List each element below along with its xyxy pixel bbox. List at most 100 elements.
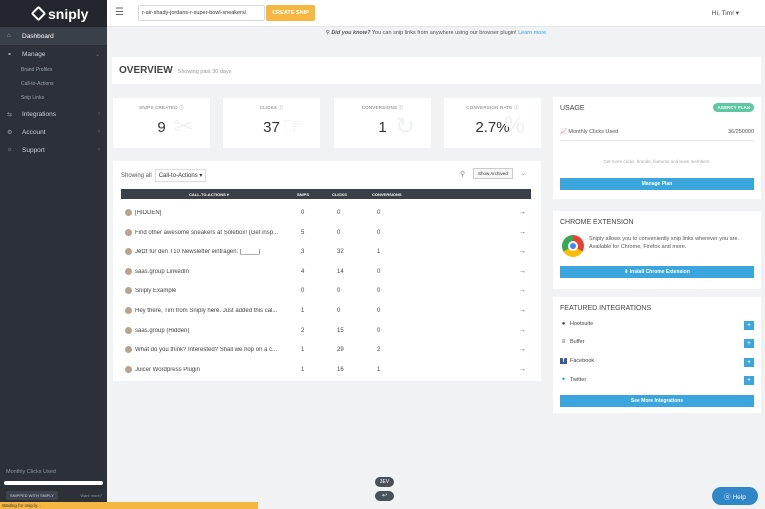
conversions-count: 2 [377, 347, 381, 354]
sidebar-subitem-call-to-actions[interactable]: Call-to-Actions [0, 77, 107, 91]
see-more-integrations-button[interactable]: See More Integrations [560, 395, 754, 407]
manage-plan-button[interactable]: Manage Plan [560, 178, 754, 190]
conversions-count: 0 [377, 229, 381, 236]
facebook-icon: f [560, 358, 567, 364]
usage-progress-bar [560, 140, 754, 141]
monthly-clicks-used-label: Monthly Clicks Used [6, 469, 56, 475]
sidebar-item-dashboard[interactable]: ⌂ Dashboard [0, 27, 107, 45]
clicks-count: 0 [337, 288, 341, 295]
arrow-right-icon[interactable]: → [519, 366, 526, 373]
refresh-icon: ↻ [394, 113, 415, 140]
snips-count: 4 [301, 268, 305, 275]
add-facebook-button[interactable]: + [744, 358, 754, 367]
snip-url-input[interactable] [138, 5, 265, 21]
conversions-count: 0 [377, 288, 381, 295]
table-row[interactable]: Juicer Wordpress Plugin 1 16 1 → [121, 362, 531, 382]
arrow-right-icon[interactable]: → [519, 268, 526, 275]
lightbulb-icon: ⚲ [325, 30, 330, 36]
column-header-clicks[interactable]: CLICKS [332, 192, 347, 197]
chevron-right-icon: › [98, 129, 100, 135]
chevron-down-icon[interactable]: ⌄ [521, 170, 526, 177]
arrow-right-icon[interactable]: → [519, 229, 526, 236]
usage-title: USAGE [560, 105, 585, 112]
create-snip-button[interactable]: CREATE SNIP [266, 5, 315, 21]
stat-label: SNIPS CREATED ⓘ [139, 105, 184, 110]
table-row[interactable]: [HIDDEN] 0 0 0 → [121, 205, 531, 225]
show-archived-button[interactable]: Show Archived [473, 168, 513, 179]
sidebar-subitem-label: Call-to-Actions [21, 81, 54, 87]
integration-label: Twitter [570, 377, 587, 383]
table-row[interactable]: Find other awesome sneakers at Solebox! … [121, 225, 531, 245]
cta-name: Sniply Example [135, 288, 177, 295]
gear-icon: ⚙ [7, 129, 13, 136]
avatar [125, 287, 132, 295]
arrow-right-icon[interactable]: → [519, 287, 526, 294]
user-menu[interactable]: Hi, Tim! ▾ [712, 9, 739, 17]
sidebar-item-account[interactable]: ⚙ Account › [0, 123, 107, 141]
table-row[interactable]: What do you think? Interested? Shall we … [121, 342, 531, 362]
table-row[interactable]: saas.group LinkedIn 4 14 0 → [121, 264, 531, 284]
snips-count: 1 [301, 307, 305, 314]
column-header-conversions[interactable]: CONVERSIONS [372, 192, 402, 197]
sidebar-subitem-label: Brand Profiles [21, 67, 53, 73]
sidebar: sniply ⌂ Dashboard ⚭ Manage ⌄ Brand Prof… [0, 0, 107, 509]
cta-name: Jetzt für den T10 Newsletter eintragen: … [135, 249, 260, 256]
overview-header: OVERVIEW Showing past 30 days [112, 57, 761, 84]
help-button[interactable]: ⓠ Help [712, 487, 758, 505]
integration-label: Facebook [570, 358, 595, 364]
arrow-right-icon[interactable]: → [519, 327, 526, 334]
did-you-know-label: Did you know? [331, 30, 371, 36]
percent-icon: % [503, 112, 525, 139]
sidebar-subitem-brand-profiles[interactable]: Brand Profiles [0, 63, 107, 77]
learn-more-link[interactable]: Learn more [518, 30, 546, 36]
search-icon[interactable]: ⚲ [460, 170, 465, 178]
cta-filter-select[interactable]: Call-to-Actions ▾ [154, 169, 207, 182]
stat-value: 1 [378, 119, 387, 136]
did-you-know-text: You can snip links from anywhere using o… [370, 30, 519, 36]
dev-toolbar-badge[interactable]: 3EV [375, 477, 394, 487]
add-hootsuite-button[interactable]: + [744, 321, 754, 330]
arrow-right-icon[interactable]: → [519, 248, 526, 255]
cta-name: Hey there, Tim from Sniply here. Just ad… [135, 307, 278, 314]
clicks-count: 0 [337, 229, 341, 236]
table-row[interactable]: Hey there, Tim from Sniply here. Just ad… [121, 303, 531, 323]
sniply-logo[interactable]: sniply [0, 0, 107, 27]
sidebar-subitem-snip-links[interactable]: Snip Links [0, 91, 107, 105]
link-icon: ⚭ [7, 51, 13, 58]
sidebar-item-support[interactable]: ☼ Support › [0, 141, 107, 159]
clicks-count: 16 [337, 366, 344, 373]
avatar [125, 209, 132, 216]
table-row[interactable]: Sniply Example 0 0 0 → [121, 283, 531, 303]
stat-value: 37 [263, 119, 280, 136]
sidebar-item-label: Dashboard [22, 32, 54, 40]
add-buffer-button[interactable]: + [744, 339, 754, 348]
chart-icon: 📈 [560, 129, 567, 135]
stat-card-conversion-rate: % CONVERSION RATE ⓘ 2.7% [444, 98, 541, 148]
hamburger-menu-icon[interactable]: ☰ [115, 7, 124, 18]
sidebar-item-integrations[interactable]: ⇆ Integrations › [0, 105, 107, 123]
arrow-right-icon[interactable]: → [519, 307, 526, 314]
arrow-right-icon[interactable]: → [519, 209, 526, 216]
dev-toolbar-return[interactable]: ↩ [375, 491, 394, 501]
monthly-clicks-value: 36/250000 [728, 129, 754, 135]
scissors-icon: ✂ [173, 113, 194, 140]
table-row[interactable]: Jetzt für den T10 Newsletter eintragen: … [121, 244, 531, 264]
page-subtitle: Showing past 30 days [177, 69, 232, 75]
snipped-with-sniply-badge[interactable]: SNIPPED WITH SNIPLY [6, 491, 58, 500]
chrome-extension-title: CHROME EXTENSION [560, 219, 634, 226]
column-header-cta[interactable]: CALL-TO-ACTIONS ▾ [189, 192, 229, 197]
column-header-snips[interactable]: SNIPS [297, 192, 309, 197]
install-chrome-extension-button[interactable]: ⬇ Install Chrome Extension [560, 266, 754, 278]
add-twitter-button[interactable]: + [744, 376, 754, 385]
sidebar-item-label: Support [22, 146, 45, 154]
sniply-logo-icon [30, 5, 47, 22]
sidebar-item-manage[interactable]: ⚭ Manage ⌄ [0, 45, 107, 63]
snips-count: 3 [301, 249, 305, 256]
want-more-link[interactable]: Want more? [80, 493, 102, 498]
conversions-count: 0 [377, 307, 381, 314]
arrow-right-icon[interactable]: → [519, 346, 526, 353]
table-row[interactable]: saas.group (Hidden) 2 15 0 → [121, 323, 531, 343]
cta-name: [HIDDEN] [135, 210, 162, 216]
cta-name: What do you think? Interested? Shall we … [135, 347, 278, 354]
conversions-count: 1 [377, 366, 381, 373]
